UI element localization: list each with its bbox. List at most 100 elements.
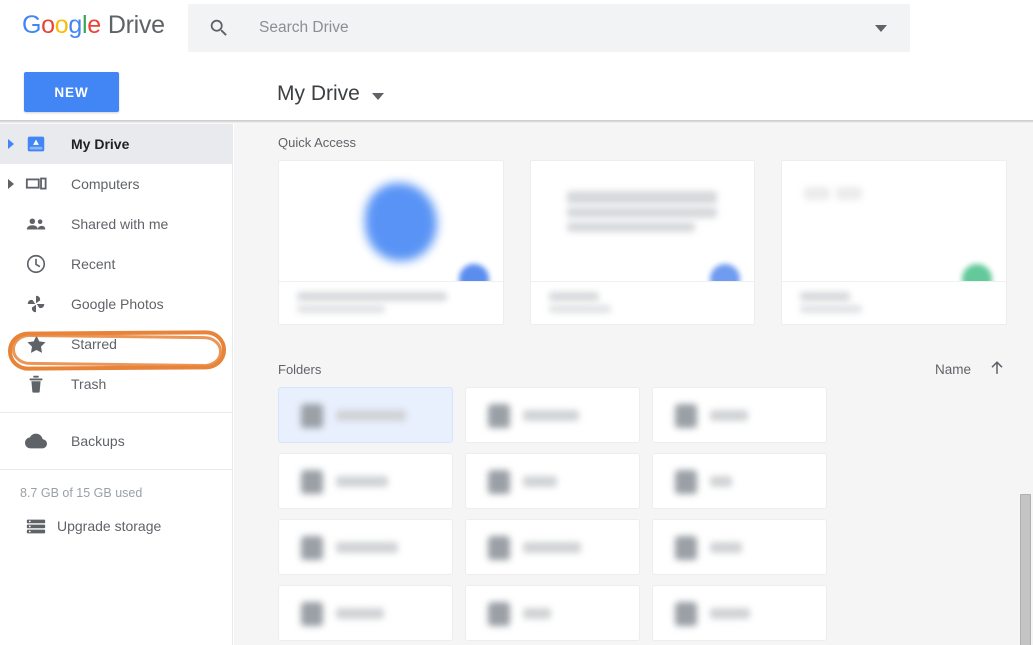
- folder-name: [710, 608, 750, 619]
- folder-icon: [488, 602, 510, 626]
- quick-access-header: Quick Access: [234, 124, 1033, 160]
- sidebar-item-shared-with-me[interactable]: Shared with me: [0, 204, 232, 244]
- sidebar-item-label: My Drive: [71, 136, 129, 152]
- sidebar-item-label: Shared with me: [71, 216, 168, 232]
- folder-icon: [488, 404, 510, 428]
- sidebar-item-label: Google Photos: [71, 296, 164, 312]
- drive-title-dropdown[interactable]: My Drive: [277, 82, 384, 106]
- folder-name: [336, 476, 388, 487]
- logo-letter-o2: o: [55, 11, 69, 39]
- folder-name: [523, 608, 551, 619]
- logo-letter-o1: o: [41, 11, 55, 39]
- sidebar-item-computers[interactable]: Computers: [0, 164, 232, 204]
- sidebar-nav-list: My Drive Computers Shared with me Recent Goo…: [0, 124, 232, 404]
- logo-letter-g: G: [22, 11, 41, 39]
- sidebar-item-label: Starred: [71, 336, 117, 352]
- google-drive-window: GoogleDrive NEW My Drive My Drive Compute…: [0, 0, 1033, 645]
- sidebar-item-label: Computers: [71, 176, 139, 192]
- quick-access-title: Quick Access: [278, 135, 356, 150]
- search-icon: [208, 17, 230, 39]
- storage-usage-text: 8.7 GB of 15 GB used: [0, 478, 232, 506]
- page-title: My Drive: [277, 82, 360, 106]
- quick-access-card[interactable]: [530, 160, 756, 325]
- folder-card[interactable]: [465, 387, 640, 443]
- main-scrollbar-track[interactable]: [1018, 124, 1033, 645]
- folder-icon: [488, 536, 510, 560]
- folder-icon: [301, 602, 323, 626]
- folder-card[interactable]: [465, 453, 640, 509]
- arrow-up-icon[interactable]: [987, 358, 1007, 381]
- folder-name: [523, 476, 557, 487]
- top-header-bar: GoogleDrive: [0, 0, 1033, 56]
- drive-icon: [24, 132, 48, 156]
- chevron-down-icon[interactable]: [372, 93, 384, 100]
- logo-letter-g2: g: [68, 11, 82, 39]
- folder-card[interactable]: [278, 585, 453, 641]
- folder-name: [523, 410, 579, 421]
- folder-icon: [675, 536, 697, 560]
- sort-control[interactable]: Name: [935, 358, 1007, 381]
- trash-icon: [24, 372, 48, 396]
- new-button[interactable]: NEW: [24, 72, 119, 112]
- sidebar-item-upgrade-storage[interactable]: Upgrade storage: [0, 506, 232, 546]
- folder-icon: [675, 404, 697, 428]
- quick-access-card[interactable]: [781, 160, 1007, 325]
- search-options-chevron-down-icon[interactable]: [875, 25, 887, 32]
- sidebar-item-trash[interactable]: Trash: [0, 364, 232, 404]
- folder-card[interactable]: [278, 453, 453, 509]
- folder-card[interactable]: [652, 453, 827, 509]
- search-input[interactable]: [259, 5, 875, 51]
- folder-card[interactable]: [465, 585, 640, 641]
- folder-card[interactable]: [465, 519, 640, 575]
- star-icon: [24, 332, 48, 356]
- sidebar-item-label: Recent: [71, 256, 115, 272]
- folder-name: [523, 542, 581, 553]
- sidebar: My Drive Computers Shared with me Recent Goo…: [0, 124, 233, 645]
- logo-letter-e: e: [87, 11, 101, 39]
- folder-icon: [301, 470, 323, 494]
- sidebar-item-label: Backups: [71, 433, 125, 449]
- folder-icon: [675, 470, 697, 494]
- sidebar-item-starred[interactable]: Starred: [0, 324, 232, 364]
- card-footer: [531, 281, 755, 324]
- expand-triangle-icon[interactable]: [8, 179, 14, 189]
- sidebar-divider-1: [0, 412, 232, 413]
- sidebar-item-label: Trash: [71, 376, 106, 392]
- computer-icon: [24, 172, 48, 196]
- storage-bars-icon: [24, 514, 48, 538]
- people-icon: [24, 212, 48, 236]
- folder-name: [336, 410, 406, 421]
- folder-icon: [488, 470, 510, 494]
- folder-icon: [301, 536, 323, 560]
- folder-card[interactable]: [652, 585, 827, 641]
- search-bar[interactable]: [188, 4, 910, 52]
- toolbar-row: NEW My Drive: [0, 56, 1033, 120]
- folders-title: Folders: [278, 362, 321, 377]
- sort-label: Name: [935, 362, 971, 377]
- sidebar-item-label: Upgrade storage: [57, 518, 161, 534]
- sidebar-item-backups[interactable]: Backups: [0, 421, 232, 461]
- folder-card[interactable]: [278, 387, 453, 443]
- folder-card[interactable]: [652, 519, 827, 575]
- folder-icon: [301, 404, 323, 428]
- folder-name: [710, 542, 742, 553]
- folder-name: [710, 410, 748, 421]
- folders-grid: [234, 387, 1033, 641]
- cloud-icon: [24, 429, 48, 453]
- folder-name: [336, 608, 384, 619]
- main-content-area: Quick Access Folders Name Files: [234, 124, 1033, 645]
- google-drive-logo[interactable]: GoogleDrive: [22, 11, 165, 40]
- quick-access-card-row: [234, 160, 1033, 325]
- expand-triangle-icon[interactable]: [8, 139, 14, 149]
- sidebar-item-my-drive[interactable]: My Drive: [0, 124, 232, 164]
- photos-pinwheel-icon: [24, 292, 48, 316]
- sidebar-item-recent[interactable]: Recent: [0, 244, 232, 284]
- main-scrollbar-thumb[interactable]: [1020, 494, 1031, 645]
- quick-access-card[interactable]: [278, 160, 504, 325]
- folder-card[interactable]: [278, 519, 453, 575]
- folders-header: Folders Name: [234, 351, 1033, 387]
- card-footer: [782, 281, 1006, 324]
- sidebar-item-google-photos[interactable]: Google Photos: [0, 284, 232, 324]
- folder-icon: [675, 602, 697, 626]
- folder-card[interactable]: [652, 387, 827, 443]
